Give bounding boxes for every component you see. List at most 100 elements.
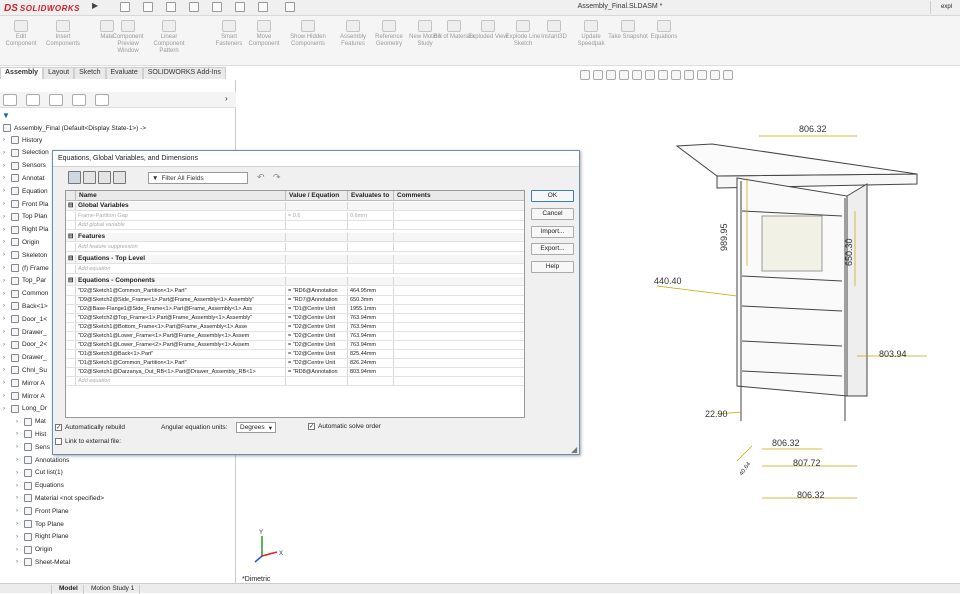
equations-table[interactable]: Name Value / Equation Evaluates to Comme… [65, 190, 525, 418]
chevron-right-icon[interactable]: › [3, 265, 8, 271]
chevron-right-icon[interactable]: › [3, 291, 8, 297]
table-row[interactable]: "D2@Base-Flange1@Side_Frame<1>.Part@Fram… [66, 305, 524, 314]
dimxpert-icon[interactable] [72, 94, 86, 106]
chevron-right-icon[interactable]: › [3, 163, 8, 169]
chevron-right-icon[interactable]: › [3, 380, 8, 386]
chevron-right-icon[interactable]: › [3, 316, 8, 322]
table-row[interactable]: "D1@Sketch3@Back<1>.Part" = "D2@Centre Un… [66, 350, 524, 359]
new-document-icon[interactable] [120, 2, 130, 12]
cell-value[interactable]: = "RD8@Annotation [286, 368, 348, 376]
equation-view-icon[interactable] [68, 171, 81, 184]
chevron-right-icon[interactable]: › [3, 329, 8, 335]
resize-grip-icon[interactable]: ◢ [571, 445, 577, 454]
cell-evaluates[interactable]: 763.94mm [348, 314, 394, 322]
add-global-variable-row[interactable]: Add global variable [66, 221, 524, 230]
cell-evaluates[interactable]: 763.94mm [348, 341, 394, 349]
column-header-comments[interactable]: Comments [394, 191, 524, 201]
cell-comments[interactable] [394, 212, 524, 220]
section-global-variables[interactable]: ⊟ Global Variables [66, 202, 524, 211]
angular-units-select[interactable]: Degrees ▾ [236, 422, 276, 433]
chevron-right-icon[interactable]: › [16, 534, 21, 540]
cell-comments[interactable] [394, 255, 524, 263]
cell-evaluates[interactable] [348, 233, 394, 241]
cell-comments[interactable] [394, 233, 524, 241]
tree-item[interactable]: › Common [3, 289, 48, 298]
tree-item[interactable]: › Annotations [16, 456, 69, 464]
chevron-right-icon[interactable]: › [16, 521, 21, 527]
cell-comments[interactable] [394, 221, 524, 229]
column-header-value[interactable]: Value / Equation [286, 191, 348, 201]
command-instant3d-button[interactable]: Instant3D [533, 18, 575, 64]
ok-button[interactable]: OK [531, 190, 574, 202]
tree-item[interactable]: › Back<1> [3, 302, 48, 311]
tree-item[interactable]: › Origin [16, 545, 52, 554]
cell-value[interactable]: = "D2@Centre Unit [286, 332, 348, 340]
chevron-right-icon[interactable]: › [16, 444, 21, 450]
cell-name[interactable]: Global Variables [76, 202, 286, 210]
save-icon[interactable] [166, 2, 176, 12]
cell-value[interactable]: = "D1@Centre Unit [286, 305, 348, 313]
cell-comments[interactable] [394, 359, 524, 367]
cell-comments[interactable] [394, 296, 524, 304]
cell-name[interactable]: "D1@Sketch1@Common_Partition<1>.Part" [76, 359, 286, 367]
tab-sketch[interactable]: Sketch [74, 67, 106, 79]
cell-value[interactable]: = "D2@Centre Unit [286, 314, 348, 322]
chevron-right-icon[interactable]: › [16, 470, 21, 476]
cell-name[interactable]: "D1@Sketch3@Back<1>.Part" [76, 350, 286, 358]
solidworks-logo[interactable]: DS SOLIDWORKS [4, 1, 88, 15]
cell-value[interactable]: = "D2@Centre Unit [286, 350, 348, 358]
tree-item[interactable]: › Right Plane [16, 532, 69, 541]
cell-comments[interactable] [394, 243, 524, 251]
tree-item[interactable]: › History [3, 136, 42, 144]
menu-expand-icon[interactable]: ▶ [92, 1, 100, 14]
cell-evaluates[interactable] [348, 277, 394, 285]
cell-value[interactable]: = 0.6 [286, 212, 348, 220]
link-external-file-checkbox[interactable]: Link to external file: [55, 438, 121, 445]
cell-value[interactable] [286, 265, 348, 273]
cell-comments[interactable] [394, 350, 524, 358]
section-features[interactable]: ⊟ Features [66, 233, 524, 242]
tree-item[interactable]: › Long_Dr [3, 404, 47, 413]
dimension-view-icon[interactable] [98, 171, 111, 184]
tree-item[interactable]: › Skeleton [3, 251, 47, 260]
tree-item[interactable]: › Chnl_Su [3, 366, 47, 375]
cell-comments[interactable] [394, 202, 524, 210]
cell-evaluates[interactable] [348, 377, 394, 385]
chevron-right-icon[interactable]: › [3, 252, 8, 258]
dimension-label[interactable]: 806.32 [799, 124, 827, 134]
chevron-right-icon[interactable]: › [16, 559, 21, 565]
dimension-label[interactable]: 806.32 [797, 490, 825, 500]
cell-evaluates[interactable]: 1955.1mm [348, 305, 394, 313]
display-manager-icon[interactable] [95, 94, 109, 106]
tree-item[interactable]: › (f) Frame [3, 264, 49, 272]
cell-value[interactable]: = "D2@Centre Unit [286, 341, 348, 349]
cell-value[interactable] [286, 277, 348, 285]
cell-value[interactable] [286, 221, 348, 229]
cell-name[interactable]: Add feature suppression [76, 243, 286, 251]
cell-value[interactable] [286, 377, 348, 385]
tree-item[interactable]: › Material <not specified> [16, 494, 104, 503]
tree-item[interactable]: › Hist [16, 430, 46, 439]
cell-name[interactable]: "D2@Sketch1@Lower_Frame<2>.Part@Frame_As… [76, 341, 286, 349]
section-top-level[interactable]: ⊟ Equations - Top Level [66, 255, 524, 264]
chevron-right-icon[interactable]: › [3, 239, 8, 245]
table-row[interactable]: "D2@Sketch2@Top_Frame<1>.Part@Frame_Asse… [66, 314, 524, 323]
chevron-right-icon[interactable]: › [3, 278, 8, 284]
cell-name[interactable]: "D2@Sketch1@Bottom_Frame<1>.Part@Frame_A… [76, 323, 286, 331]
tree-item[interactable]: › Sensors [3, 161, 46, 170]
tree-item[interactable]: › Annotat [3, 174, 44, 183]
tree-item[interactable]: › Mat [16, 417, 46, 426]
column-header-name[interactable]: Name [76, 191, 286, 201]
auto-solve-checkbox[interactable]: ✓ Automatic solve order [308, 423, 381, 430]
add-feature-suppression-row[interactable]: Add feature suppression [66, 243, 524, 252]
feature-tree-icon[interactable] [3, 94, 17, 106]
undo-arrow-icon[interactable]: ↶ [257, 172, 265, 183]
table-row[interactable]: Frame-Partition Gap = 0.6 0.6mm [66, 212, 524, 221]
cell-evaluates[interactable] [348, 265, 394, 273]
cell-evaluates[interactable] [348, 255, 394, 263]
chevron-right-icon[interactable]: › [3, 406, 8, 412]
tree-item[interactable]: › Front Pla [3, 200, 48, 208]
cell-comments[interactable] [394, 314, 524, 322]
cell-evaluates[interactable]: 825.44mm [348, 350, 394, 358]
cell-name[interactable]: Equations - Top Level [76, 255, 286, 263]
